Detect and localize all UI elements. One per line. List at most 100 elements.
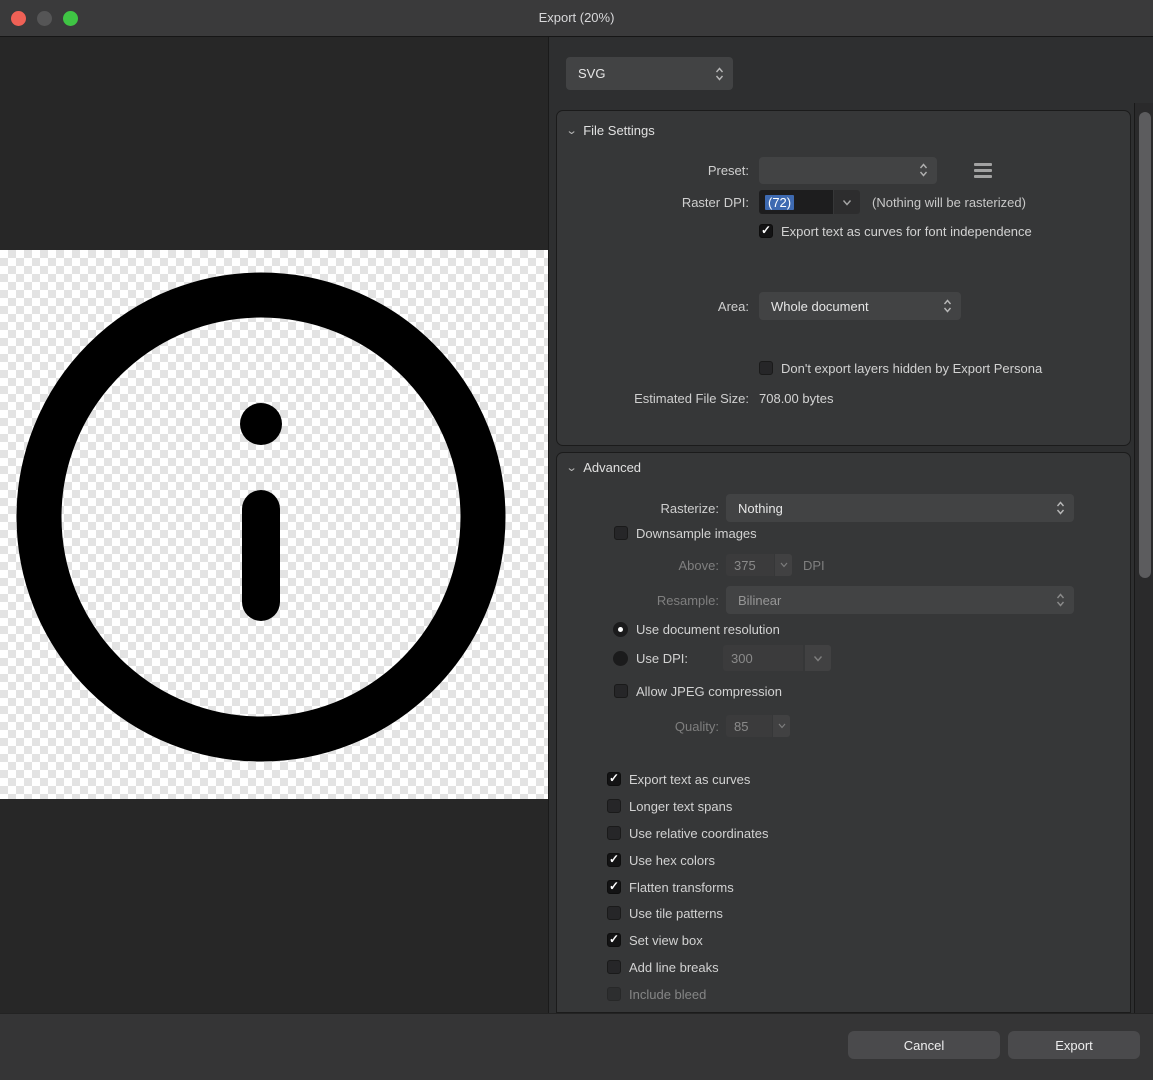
export-text-curves-font-checkbox[interactable] <box>759 224 773 238</box>
collapse-chevron-icon: ⌄ <box>566 461 578 474</box>
raster-dpi-input[interactable]: (72) <box>759 190 833 214</box>
preset-row: Preset: <box>557 156 1130 184</box>
use-dpi-input: 300 <box>723 645 803 671</box>
rasterize-row: Rasterize: Nothing <box>557 494 1130 522</box>
titlebar: Export (20%) <box>0 0 1153 37</box>
use-dpi-dropdown-button <box>805 645 831 671</box>
option-checkbox[interactable] <box>607 799 621 813</box>
file-settings-section: ⌄ File Settings Preset: Raster DPI: (72) <box>556 110 1131 446</box>
option-checkbox[interactable] <box>607 960 621 974</box>
format-select-value: SVG <box>578 66 605 81</box>
raster-dpi-value: (72) <box>765 195 794 210</box>
above-row: Above: 375 DPI <box>557 553 1130 577</box>
transparency-checkerboard <box>0 250 548 799</box>
option-checkbox[interactable] <box>607 880 621 894</box>
area-label: Area: <box>557 299 749 314</box>
option-row: Export text as curves <box>557 769 1130 789</box>
option-row: Set view box <box>557 930 1130 950</box>
use-dpi-label: Use DPI: <box>636 651 688 666</box>
export-dialog: Export (20%) SVG ⌄ File Settings <box>0 0 1153 1080</box>
raster-dpi-label: Raster DPI: <box>557 195 749 210</box>
option-checkbox[interactable] <box>607 933 621 947</box>
above-dropdown-button <box>775 554 792 576</box>
resample-label: Resample: <box>557 593 719 608</box>
option-checkbox <box>607 987 621 1001</box>
dont-export-hidden-label: Don't export layers hidden by Export Per… <box>781 361 1042 376</box>
use-document-resolution-radio[interactable] <box>613 622 628 637</box>
export-text-curves-font-row: Export text as curves for font independe… <box>557 221 1130 241</box>
collapse-chevron-icon: ⌄ <box>566 124 578 137</box>
downsample-label: Downsample images <box>636 526 757 541</box>
use-document-resolution-row: Use document resolution <box>557 619 1130 639</box>
format-select[interactable]: SVG <box>566 57 733 90</box>
raster-dpi-dropdown-button[interactable] <box>834 190 860 214</box>
preset-label: Preset: <box>557 163 749 178</box>
updown-chevron-icon <box>1056 592 1065 608</box>
scrollbar-thumb[interactable] <box>1139 112 1151 578</box>
option-label: Set view box <box>629 933 703 948</box>
use-dpi-value: 300 <box>731 651 753 666</box>
option-checkbox[interactable] <box>607 772 621 786</box>
scrollbar-track[interactable] <box>1134 103 1153 1013</box>
option-label: Use relative coordinates <box>629 826 768 841</box>
rasterize-label: Rasterize: <box>557 501 719 516</box>
raster-dpi-row: Raster DPI: (72) (Nothing will be raster… <box>557 190 1130 214</box>
dont-export-hidden-row: Don't export layers hidden by Export Per… <box>557 358 1130 378</box>
updown-chevron-icon <box>1056 500 1065 516</box>
cancel-button[interactable]: Cancel <box>848 1031 1000 1059</box>
quality-value: 85 <box>734 719 748 734</box>
resample-row: Resample: Bilinear <box>557 586 1130 614</box>
option-row: Use tile patterns <box>557 903 1130 923</box>
file-settings-title: File Settings <box>583 123 655 138</box>
option-row: Use hex colors <box>557 850 1130 870</box>
option-label: Longer text spans <box>629 799 732 814</box>
option-checkbox[interactable] <box>607 906 621 920</box>
option-row: Use relative coordinates <box>557 823 1130 843</box>
use-dpi-radio[interactable] <box>613 651 628 666</box>
preset-select[interactable] <box>759 157 937 184</box>
dont-export-hidden-checkbox[interactable] <box>759 361 773 375</box>
dialog-footer: Cancel Export <box>0 1013 1153 1080</box>
advanced-header[interactable]: ⌄ Advanced <box>567 460 641 475</box>
option-checkbox[interactable] <box>607 826 621 840</box>
use-document-resolution-label: Use document resolution <box>636 622 780 637</box>
option-row: Include bleed <box>557 984 1130 1004</box>
above-dpi-suffix: DPI <box>803 558 825 573</box>
quality-label: Quality: <box>557 719 719 734</box>
downsample-row: Downsample images <box>557 523 1130 543</box>
quality-input: 85 <box>726 715 772 737</box>
area-select-value: Whole document <box>771 299 869 314</box>
downsample-checkbox[interactable] <box>614 526 628 540</box>
estimated-file-size-value: 708.00 bytes <box>759 391 833 406</box>
file-settings-header[interactable]: ⌄ File Settings <box>567 123 655 138</box>
export-settings-panel: SVG ⌄ File Settings Preset: <box>548 37 1153 1013</box>
estimated-file-size-row: Estimated File Size: 708.00 bytes <box>557 388 1130 408</box>
use-dpi-row: Use DPI: 300 <box>557 645 1130 671</box>
option-label: Use tile patterns <box>629 906 723 921</box>
rasterize-select[interactable]: Nothing <box>726 494 1074 522</box>
down-chevron-icon <box>813 655 823 662</box>
rasterize-select-value: Nothing <box>738 501 783 516</box>
export-button[interactable]: Export <box>1008 1031 1140 1059</box>
updown-chevron-icon <box>919 162 928 178</box>
preset-menu-icon[interactable] <box>974 163 992 178</box>
raster-dpi-note: (Nothing will be rasterized) <box>872 195 1026 210</box>
option-checkbox[interactable] <box>607 853 621 867</box>
option-label: Export text as curves <box>629 772 750 787</box>
advanced-title: Advanced <box>583 460 641 475</box>
updown-chevron-icon <box>943 298 952 314</box>
area-row: Area: Whole document <box>557 292 1130 320</box>
option-label: Flatten transforms <box>629 880 734 895</box>
allow-jpeg-checkbox[interactable] <box>614 684 628 698</box>
above-value: 375 <box>734 558 756 573</box>
above-label: Above: <box>557 558 719 573</box>
down-chevron-icon <box>780 562 788 568</box>
area-select[interactable]: Whole document <box>759 292 961 320</box>
info-circle-icon <box>0 250 548 799</box>
export-text-curves-font-label: Export text as curves for font independe… <box>781 224 1032 239</box>
option-row: Longer text spans <box>557 796 1130 816</box>
advanced-section: ⌄ Advanced Rasterize: Nothing Downsample… <box>556 452 1131 1013</box>
above-input: 375 <box>726 554 774 576</box>
option-row: Flatten transforms <box>557 877 1130 897</box>
resample-select: Bilinear <box>726 586 1074 614</box>
